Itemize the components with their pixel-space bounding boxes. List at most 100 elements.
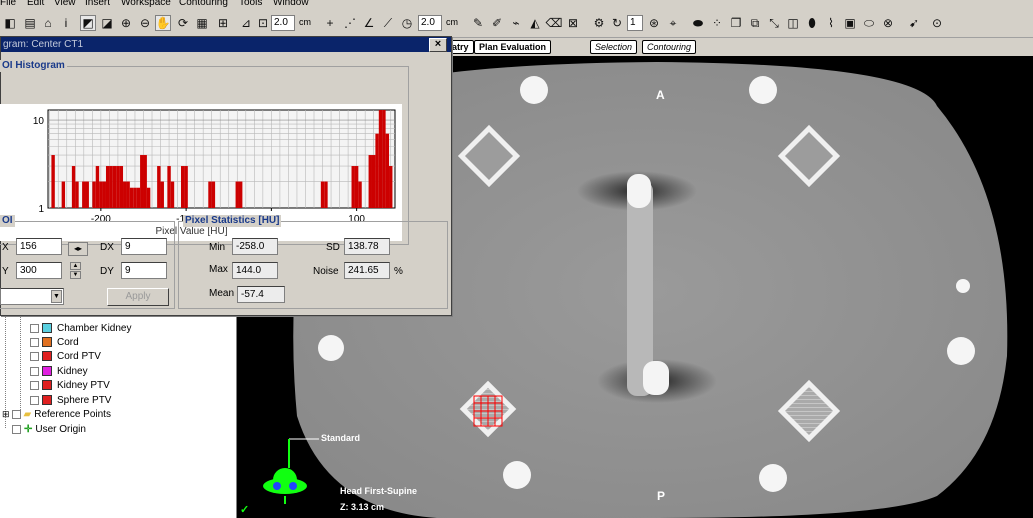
dy-input[interactable]: 9 bbox=[121, 262, 167, 279]
info-icon[interactable]: i bbox=[58, 15, 74, 31]
visibility-checkbox[interactable] bbox=[30, 337, 39, 347]
ruler-icon[interactable]: ⊿ bbox=[238, 15, 254, 31]
y-down-button[interactable]: ▼ bbox=[70, 271, 81, 279]
menu-file[interactable]: File bbox=[0, 0, 16, 9]
patient-position-label: Head First-Supine bbox=[340, 486, 418, 496]
menu-contouring[interactable]: Contouring bbox=[179, 0, 228, 9]
grid-size-input[interactable]: 2.0 bbox=[271, 15, 295, 31]
menu-insert[interactable]: Insert bbox=[85, 0, 110, 9]
x-stepper[interactable]: ◂▸ bbox=[68, 242, 88, 256]
crosshair-icon[interactable]: ⌖ bbox=[665, 15, 681, 31]
measure-icon[interactable]: ⊞ bbox=[215, 15, 231, 31]
menu-edit[interactable]: Edit bbox=[27, 0, 44, 9]
dots-icon[interactable]: ⁘ bbox=[709, 15, 725, 31]
mean-value: -57.4 bbox=[237, 286, 285, 303]
x-input[interactable]: 156 bbox=[16, 238, 62, 255]
dx-input[interactable]: 9 bbox=[121, 238, 167, 255]
roi-stats-icon[interactable]: ▦ bbox=[194, 15, 210, 31]
angle-icon[interactable]: ∠ bbox=[361, 15, 377, 31]
zoom-in-icon[interactable]: ⊕ bbox=[118, 15, 134, 31]
menu-view[interactable]: View bbox=[54, 0, 76, 9]
contrast-icon[interactable]: ◪ bbox=[99, 15, 115, 31]
dialog-titlebar[interactable]: gram: Center CT1 bbox=[1, 37, 451, 52]
tree-item-sphere-ptv[interactable]: Sphere PTV bbox=[30, 393, 111, 407]
brush-icon[interactable]: ⌁ bbox=[508, 15, 524, 31]
marker-sphere bbox=[503, 461, 531, 489]
apply-button[interactable]: Apply bbox=[107, 288, 169, 306]
boolean-icon[interactable]: ⊗ bbox=[880, 15, 896, 31]
tree-item-cord-ptv[interactable]: Cord PTV bbox=[30, 349, 101, 363]
zoom-tool-icon[interactable]: ⊙ bbox=[929, 15, 945, 31]
histogram-bar bbox=[389, 166, 393, 208]
point-icon[interactable]: + bbox=[322, 15, 338, 31]
layers-icon[interactable]: ◫ bbox=[785, 15, 801, 31]
tree-item-reference-points[interactable]: ⊞ ▰ Reference Points bbox=[2, 407, 111, 421]
visibility-checkbox[interactable] bbox=[30, 366, 39, 376]
visibility-checkbox[interactable] bbox=[30, 395, 39, 405]
color-swatch bbox=[42, 337, 52, 347]
measure-size-input[interactable]: 2.0 bbox=[418, 15, 442, 31]
histogram-bar bbox=[354, 166, 359, 208]
tab-plan-evaluation[interactable]: Plan Evaluation bbox=[474, 40, 552, 54]
visibility-checkbox[interactable] bbox=[30, 380, 39, 390]
close-button[interactable]: × bbox=[429, 38, 447, 52]
visibility-checkbox[interactable] bbox=[12, 424, 21, 434]
oval-icon[interactable]: ⬭ bbox=[861, 15, 877, 31]
refresh-icon[interactable]: ↻ bbox=[609, 15, 625, 31]
y-up-button[interactable]: ▲ bbox=[70, 262, 81, 270]
pen-icon[interactable]: ✐ bbox=[489, 15, 505, 31]
tree-item-kidney-ptv[interactable]: Kidney PTV bbox=[30, 378, 110, 392]
contour-icon[interactable]: ⊠ bbox=[565, 15, 581, 31]
circle-measure-icon[interactable]: ◷ bbox=[399, 15, 415, 31]
tree-item-kidney[interactable]: Kidney bbox=[30, 364, 88, 378]
color-swatch bbox=[42, 395, 52, 405]
roi-select[interactable]: ▼ bbox=[0, 288, 64, 305]
home-icon[interactable]: ⌂ bbox=[40, 15, 56, 31]
fill-icon[interactable]: ◭ bbox=[527, 15, 543, 31]
histogram-bar bbox=[99, 181, 103, 208]
square-icon[interactable]: ▣ bbox=[842, 15, 858, 31]
transform-icon[interactable]: ⧉ bbox=[747, 15, 763, 31]
visibility-checkbox[interactable] bbox=[30, 351, 39, 361]
shape-icon[interactable]: ⬮ bbox=[804, 15, 820, 31]
histogram-bar bbox=[375, 133, 379, 208]
copy-icon[interactable]: ❐ bbox=[728, 15, 744, 31]
ellipse-icon[interactable]: ⬬ bbox=[690, 15, 706, 31]
y-input[interactable]: 300 bbox=[16, 262, 62, 279]
marker-sphere bbox=[947, 337, 975, 365]
pointer-icon[interactable]: ➹ bbox=[906, 15, 922, 31]
visibility-checkbox[interactable] bbox=[30, 323, 39, 333]
menu-window[interactable]: Window bbox=[273, 0, 309, 9]
wand-icon[interactable]: ⌇ bbox=[823, 15, 839, 31]
origin-crosshair-icon: ✛ bbox=[24, 423, 33, 435]
tree-item-cord[interactable]: Cord bbox=[30, 335, 79, 349]
distance-icon[interactable]: ⟋ bbox=[380, 15, 396, 31]
tree-item-chamber-kidney[interactable]: Chamber Kidney bbox=[30, 321, 131, 335]
expand-icon[interactable]: ⤡ bbox=[766, 15, 782, 31]
slice-input[interactable]: 1 bbox=[627, 15, 643, 31]
nodes-icon[interactable]: ⋰ bbox=[342, 15, 358, 31]
marker-sphere bbox=[749, 76, 777, 104]
histogram-bar bbox=[85, 181, 89, 208]
pan-hand-icon[interactable]: ✋ bbox=[155, 15, 171, 31]
tree-label: Cord PTV bbox=[57, 350, 101, 362]
draw-icon[interactable]: ✎ bbox=[470, 15, 486, 31]
tab-contouring[interactable]: Contouring bbox=[642, 40, 697, 54]
visibility-checkbox[interactable] bbox=[11, 409, 21, 419]
tab-selection[interactable]: Selection bbox=[590, 40, 638, 54]
window-level-icon[interactable]: ◩ bbox=[80, 15, 96, 31]
open-icon[interactable]: ◧ bbox=[2, 15, 18, 31]
dx-label: DX bbox=[100, 242, 114, 253]
tree-item-user-origin[interactable]: ✛ User Origin bbox=[12, 422, 86, 436]
print-icon[interactable]: ▤ bbox=[22, 15, 38, 31]
menu-workspace[interactable]: Workspace bbox=[121, 0, 171, 9]
target-icon[interactable]: ⊛ bbox=[646, 15, 662, 31]
settings-icon[interactable]: ⚙ bbox=[591, 15, 607, 31]
eraser-icon[interactable]: ⌫ bbox=[546, 15, 563, 31]
menu-tools[interactable]: Tools bbox=[239, 0, 262, 9]
grid-icon[interactable]: ⊡ bbox=[255, 15, 271, 31]
zoom-out-icon[interactable]: ⊖ bbox=[137, 15, 153, 31]
expand-icon[interactable]: ⊞ bbox=[2, 409, 10, 420]
rotate-icon[interactable]: ⟳ bbox=[175, 15, 191, 31]
x-label: X bbox=[2, 242, 9, 253]
